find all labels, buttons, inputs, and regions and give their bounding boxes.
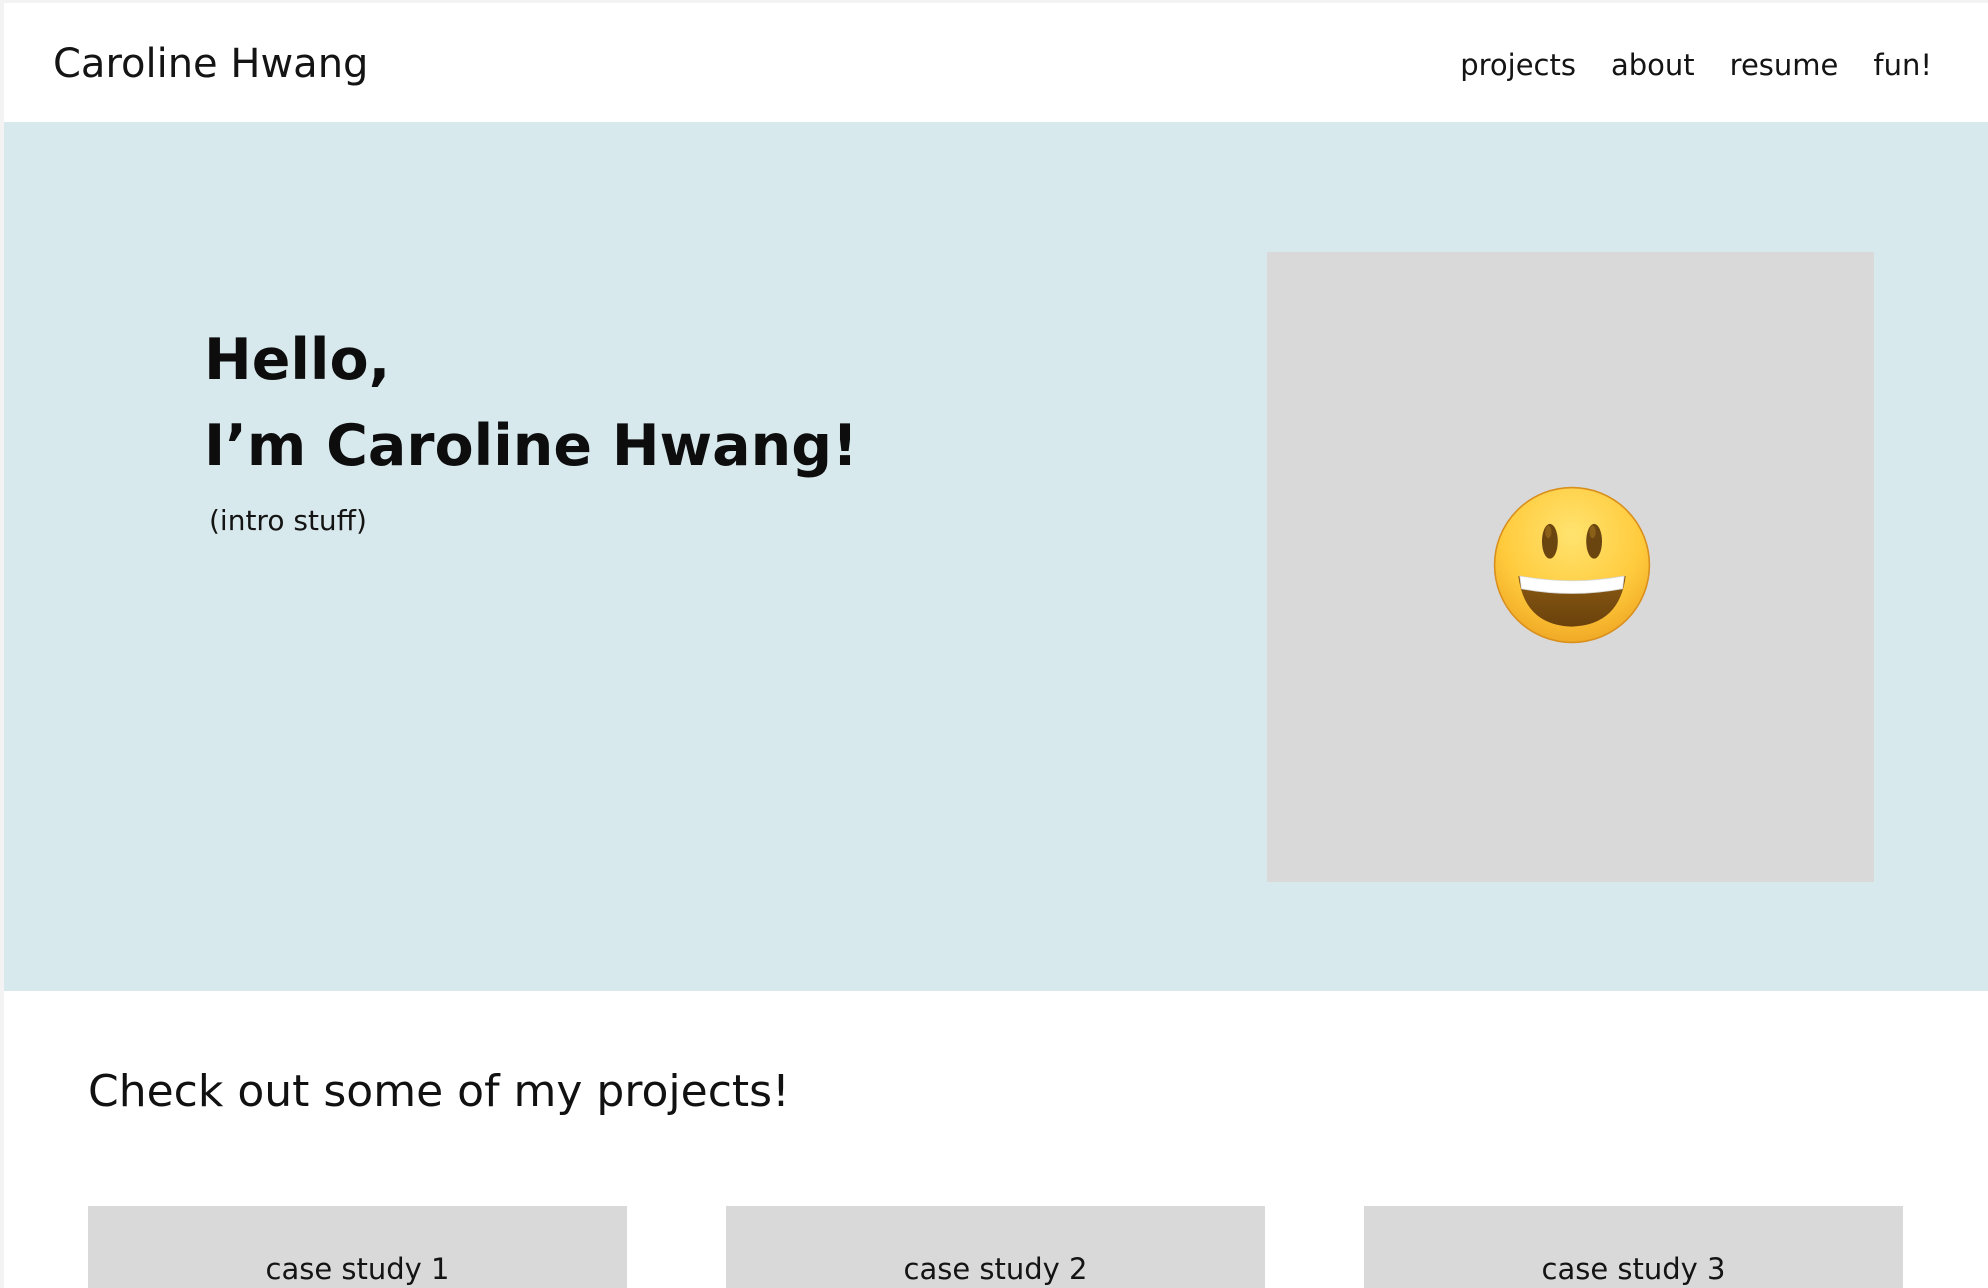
profile-photo-placeholder bbox=[1267, 252, 1874, 882]
nav-link-about[interactable]: about bbox=[1611, 45, 1695, 85]
hero-intro-text: (intro stuff) bbox=[209, 504, 367, 537]
site-name[interactable]: Caroline Hwang bbox=[53, 38, 368, 90]
hero-greeting: Hello, bbox=[204, 327, 391, 393]
case-study-label: case study 2 bbox=[903, 1252, 1088, 1286]
hero-title: Hello, I’m Caroline Hwang! bbox=[204, 317, 858, 489]
nav-link-fun[interactable]: fun! bbox=[1873, 45, 1932, 85]
projects-heading: Check out some of my projects! bbox=[88, 1066, 790, 1117]
case-study-card-2[interactable]: case study 2 bbox=[726, 1206, 1265, 1288]
portfolio-page: Caroline Hwang projects about resume fun… bbox=[4, 3, 1988, 1288]
smiley-face-icon bbox=[1493, 486, 1651, 644]
main-nav: projects about resume fun! bbox=[1460, 45, 1932, 85]
hero-section: Hello, I’m Caroline Hwang! (intro stuff) bbox=[4, 122, 1988, 991]
top-navigation-bar: Caroline Hwang projects about resume fun… bbox=[4, 3, 1988, 122]
hero-name: I’m Caroline Hwang! bbox=[204, 413, 859, 479]
case-study-label: case study 3 bbox=[1541, 1252, 1726, 1286]
nav-link-projects[interactable]: projects bbox=[1460, 45, 1576, 85]
case-study-card-1[interactable]: case study 1 bbox=[88, 1206, 627, 1288]
case-study-label: case study 1 bbox=[265, 1252, 450, 1286]
case-study-card-3[interactable]: case study 3 bbox=[1364, 1206, 1903, 1288]
nav-link-resume[interactable]: resume bbox=[1730, 45, 1839, 85]
